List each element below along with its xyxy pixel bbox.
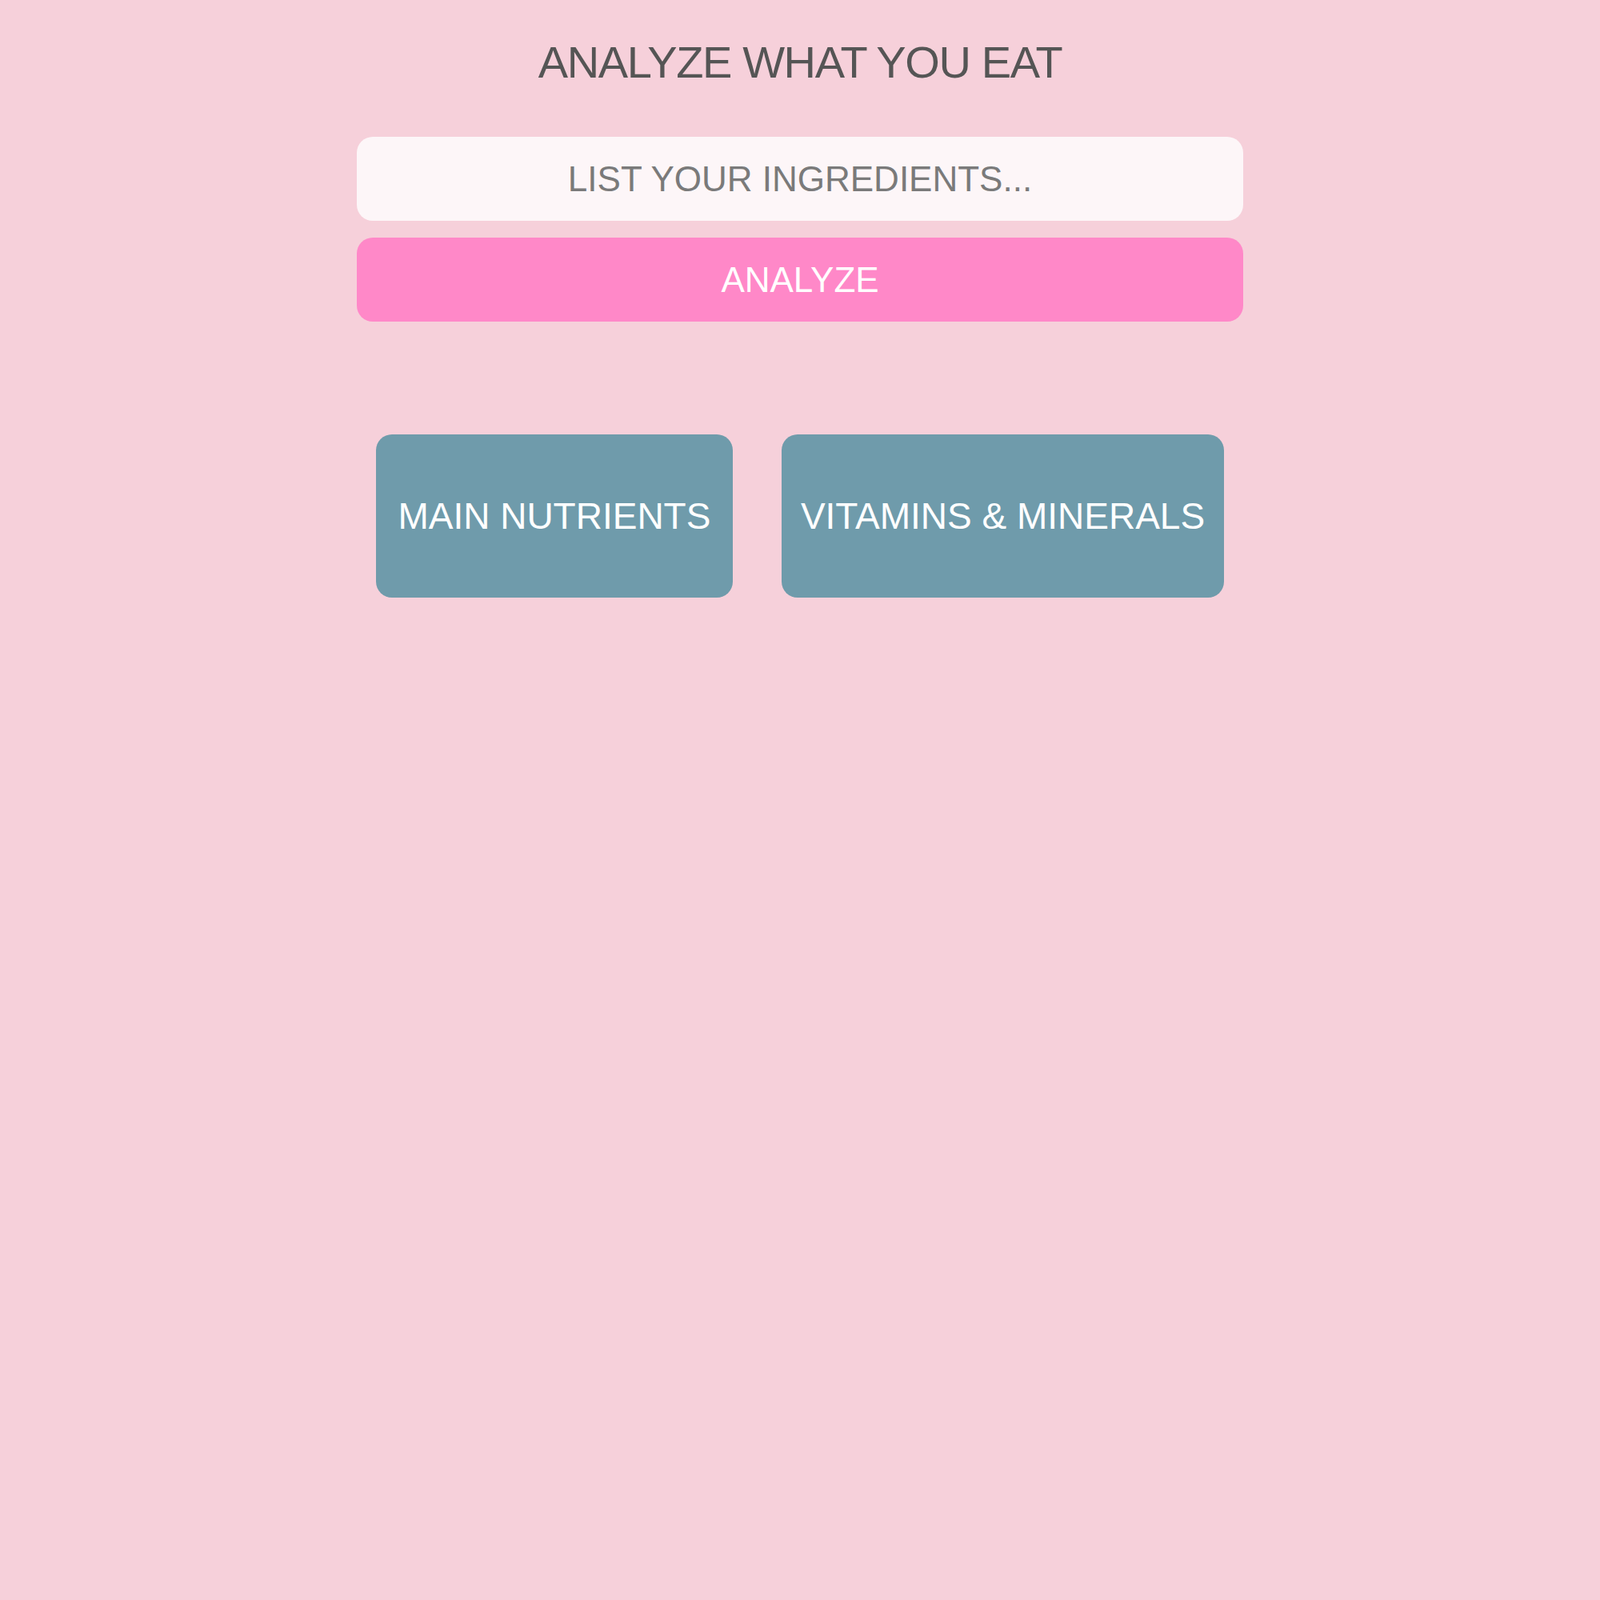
analyze-button[interactable]: ANALYZE — [356, 237, 1244, 322]
category-buttons: MAIN NUTRIENTS VITAMINS & MINERALS — [376, 434, 1224, 598]
page-title: ANALYZE WHAT YOU EAT — [538, 35, 1063, 89]
page: ANALYZE WHAT YOU EAT ANALYZE MAIN NUTRIENT… — [0, 0, 1600, 1600]
ingredients-input[interactable] — [356, 136, 1244, 221]
category-button[interactable]: VITAMINS & MINERALS — [781, 434, 1224, 598]
category-button[interactable]: MAIN NUTRIENTS — [376, 434, 733, 598]
